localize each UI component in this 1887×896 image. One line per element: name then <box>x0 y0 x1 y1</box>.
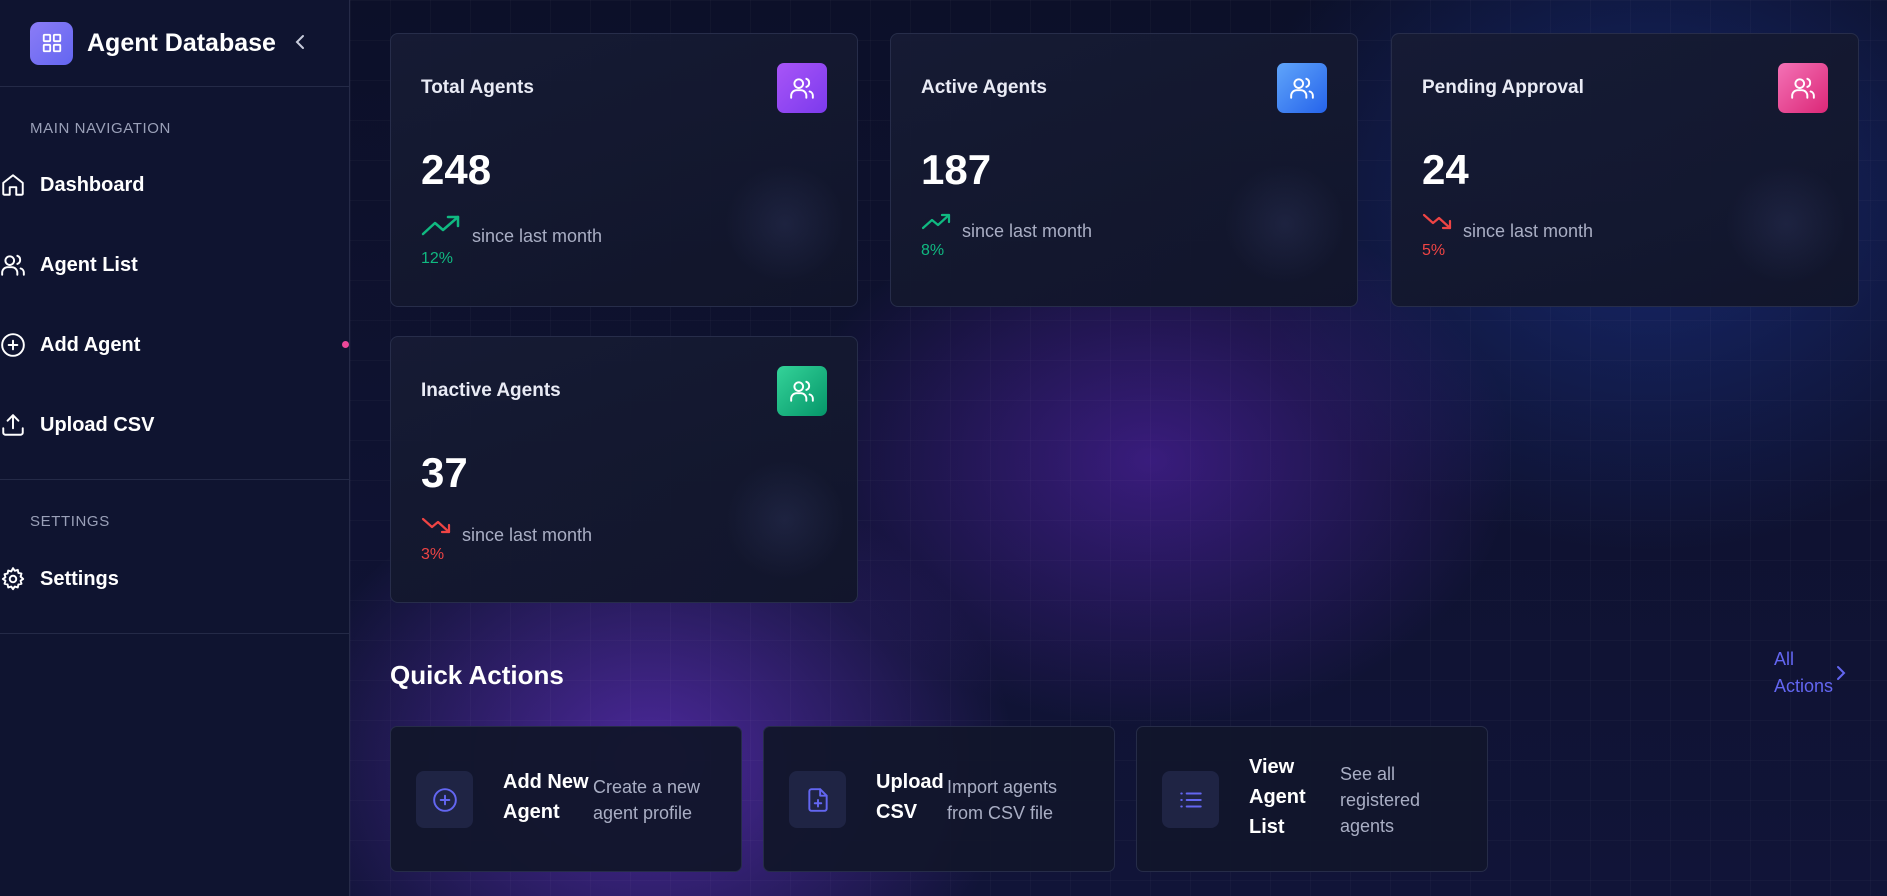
app-title: Agent Database <box>87 28 276 57</box>
all-actions-label: All Actions <box>1774 649 1834 696</box>
list-icon <box>1162 771 1219 828</box>
chevron-left-icon <box>295 35 304 49</box>
trending-down-icon <box>421 517 451 534</box>
trending-down-icon <box>1422 213 1452 230</box>
upload-icon <box>0 412 26 438</box>
stat-since: since last month <box>1463 221 1594 241</box>
stat-percent: 8% <box>921 242 945 259</box>
stat-card-inactive-agents[interactable]: Inactive Agents 37 3% since last month <box>390 336 858 603</box>
settings-heading: SETTINGS <box>30 513 110 530</box>
sidebar-item-label: Dashboard <box>40 173 145 196</box>
users-icon <box>0 252 26 278</box>
divider <box>0 479 349 480</box>
users-icon <box>1277 63 1327 113</box>
all-actions-link[interactable]: All Actions <box>1774 648 1864 698</box>
sidebar-item-label: Upload CSV <box>40 413 155 436</box>
action-name: Upload CSV <box>876 771 944 823</box>
quick-action-view-agent-list[interactable]: View Agent List See all registered agent… <box>1136 726 1488 872</box>
sidebar-item-label: Agent List <box>40 253 138 276</box>
stat-percent: 3% <box>421 546 445 563</box>
grid-icon <box>30 21 73 65</box>
gear-icon <box>0 566 26 592</box>
chevron-right-icon <box>1837 666 1846 680</box>
home-icon <box>0 172 26 198</box>
stat-percent: 5% <box>1422 242 1446 259</box>
file-plus-icon <box>789 771 846 828</box>
divider <box>0 633 349 634</box>
sidebar-item-settings[interactable]: Settings <box>0 557 330 601</box>
stat-card-active-agents[interactable]: Active Agents 187 8% since last month <box>890 33 1358 307</box>
sidebar-item-dashboard[interactable]: Dashboard <box>0 163 330 207</box>
stat-value: 24 <box>1422 146 1469 193</box>
sidebar-item-label: Settings <box>40 567 119 590</box>
stat-title: Active Agents <box>921 77 1047 98</box>
stat-trend: 5% since last month <box>1422 212 1593 259</box>
plus-circle-icon <box>0 332 26 358</box>
stat-title: Total Agents <box>421 77 534 98</box>
stat-value: 248 <box>421 146 492 193</box>
stat-card-pending-approval[interactable]: Pending Approval 24 5% since last month <box>1391 33 1859 307</box>
stat-title: Pending Approval <box>1422 77 1584 98</box>
stat-trend: 3% since last month <box>421 516 592 563</box>
card-glow <box>725 164 845 284</box>
quick-action-upload-csv[interactable]: Upload CSV Import agents from CSV file <box>763 726 1115 872</box>
stat-trend: 8% since last month <box>921 212 1092 259</box>
sidebar-item-label: Add Agent <box>40 333 141 356</box>
trending-up-icon <box>921 213 951 230</box>
divider <box>0 86 349 87</box>
users-icon <box>777 366 827 416</box>
stat-percent: 12% <box>421 250 454 267</box>
main-navigation-heading: MAIN NAVIGATION <box>30 120 171 137</box>
stat-since: since last month <box>462 525 593 545</box>
stat-value: 187 <box>921 146 992 193</box>
action-description: Import agents from CSV file <box>947 777 1058 823</box>
quick-actions-title: Quick Actions <box>390 660 564 690</box>
action-description: Create a new agent profile <box>593 777 701 823</box>
action-description: See all registered agents <box>1340 764 1421 836</box>
card-glow <box>1225 164 1345 284</box>
brand[interactable]: Agent Database <box>30 21 276 65</box>
sidebar: Agent Database MAIN NAVIGATION Dashboard… <box>0 0 350 896</box>
stat-card-total-agents[interactable]: Total Agents 248 12% since last month <box>390 33 858 307</box>
stat-title: Inactive Agents <box>421 380 561 401</box>
card-glow <box>725 460 845 580</box>
collapse-sidebar-button[interactable] <box>290 30 310 54</box>
stat-since: since last month <box>472 226 603 246</box>
action-name: View Agent List <box>1249 756 1306 838</box>
plus-circle-icon <box>416 771 473 828</box>
action-name: Add New Agent <box>503 771 589 823</box>
stat-value: 37 <box>421 449 468 496</box>
sidebar-item-upload-csv[interactable]: Upload CSV <box>0 403 330 447</box>
quick-action-add-agent[interactable]: Add New Agent Create a new agent profile <box>390 726 742 872</box>
active-indicator-dot <box>342 341 349 348</box>
stat-since: since last month <box>962 221 1093 241</box>
stat-trend: 12% since last month <box>421 214 602 267</box>
card-glow <box>1726 164 1846 284</box>
users-icon <box>777 63 827 113</box>
users-icon <box>1778 63 1828 113</box>
trending-up-icon <box>421 215 460 236</box>
sidebar-item-add-agent[interactable]: Add Agent <box>0 323 330 367</box>
sidebar-item-agent-list[interactable]: Agent List <box>0 243 330 287</box>
